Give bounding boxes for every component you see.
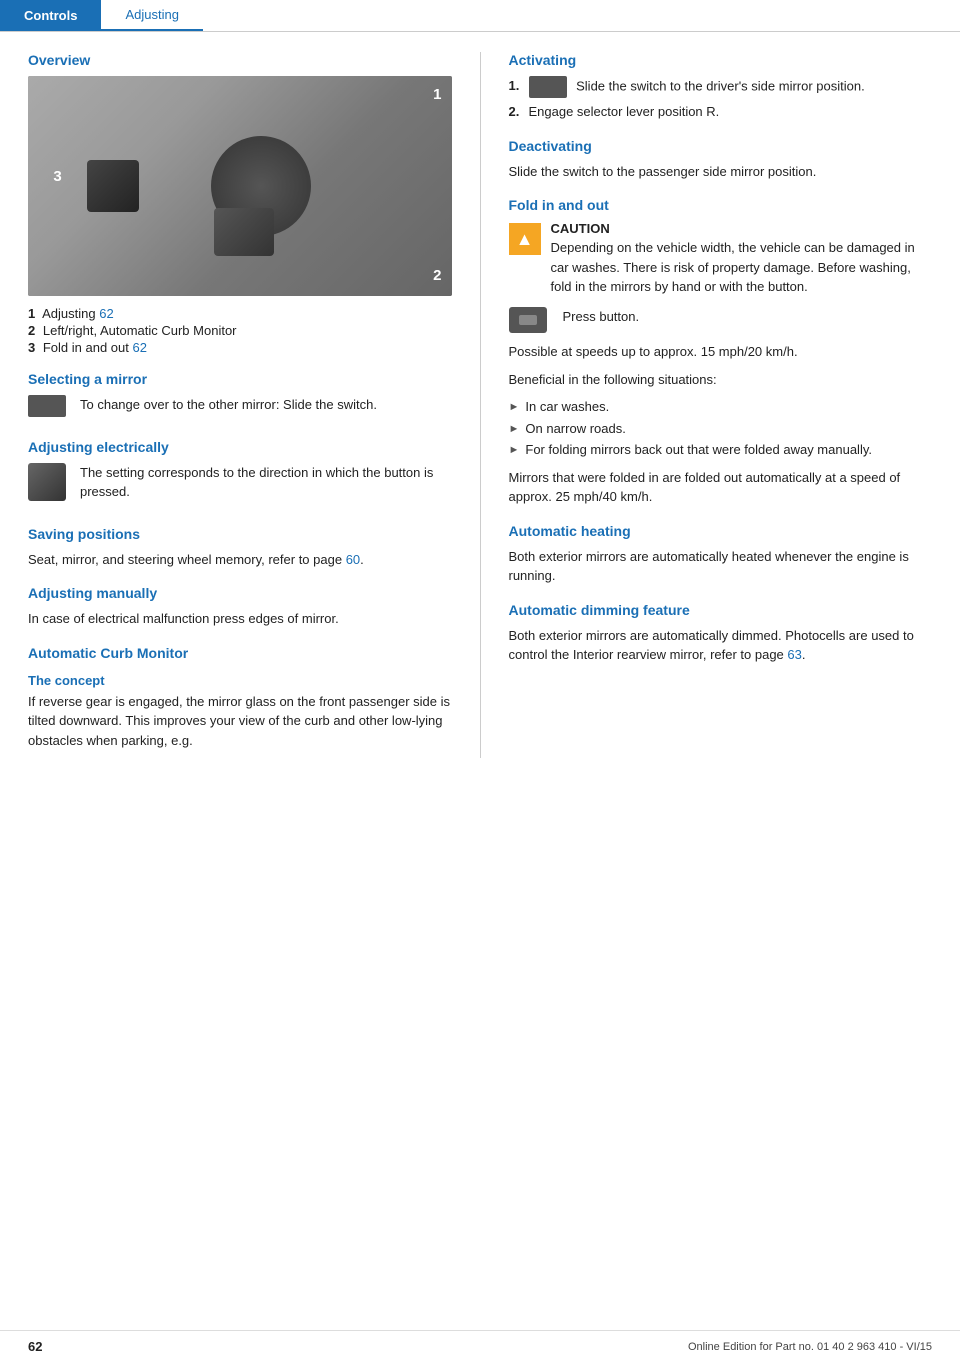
list-item: 3 Fold in and out 62 — [28, 340, 452, 355]
the-concept-text: If reverse gear is engaged, the mirror g… — [28, 692, 452, 751]
speeds-text: Possible at speeds up to approx. 15 mph/… — [509, 342, 933, 362]
tab-adjusting[interactable]: Adjusting — [101, 0, 202, 31]
link-62-fold[interactable]: 62 — [132, 340, 146, 355]
overview-image: 1 2 3 — [28, 76, 452, 296]
step-1: 1. Slide the switch to the driver's side… — [509, 76, 933, 98]
list-item: 2 Left/right, Automatic Curb Monitor — [28, 323, 452, 338]
bullet-arrow-icon: ► — [509, 442, 520, 459]
automatic-curb-monitor-title: Automatic Curb Monitor — [28, 645, 452, 661]
adjusting-manually-title: Adjusting manually — [28, 585, 452, 601]
press-button-text: Press button. — [563, 307, 640, 327]
selecting-mirror-row: To change over to the other mirror: Slid… — [28, 395, 452, 423]
joystick-icon — [28, 463, 66, 501]
bullet-list: ► In car washes. ► On narrow roads. ► Fo… — [509, 397, 933, 460]
link-60[interactable]: 60 — [346, 552, 360, 567]
automatic-heating-text: Both exterior mirrors are automatically … — [509, 547, 933, 586]
right-column: Activating 1. Slide the switch to the dr… — [509, 52, 933, 758]
selecting-mirror-text: To change over to the other mirror: Slid… — [80, 395, 377, 415]
activating-steps: 1. Slide the switch to the driver's side… — [509, 76, 933, 122]
press-button-row: Press button. — [509, 307, 933, 335]
bullet-arrow-icon: ► — [509, 421, 520, 438]
label-1: 1 — [433, 86, 441, 103]
deactivating-title: Deactivating — [509, 138, 933, 154]
footer-text: Online Edition for Part no. 01 40 2 963 … — [688, 1341, 932, 1353]
deactivating-text: Slide the switch to the passenger side m… — [509, 162, 933, 182]
saving-positions-title: Saving positions — [28, 526, 452, 542]
adjusting-tab-label: Adjusting — [125, 7, 178, 22]
adjusting-electrically-title: Adjusting electrically — [28, 439, 452, 455]
adjusting-electrically-row: The setting corresponds to the direction… — [28, 463, 452, 510]
press-button-icon — [509, 307, 547, 333]
beneficial-text: Beneficial in the following situations: — [509, 370, 933, 390]
adjusting-manually-text: In case of electrical malfunction press … — [28, 609, 452, 629]
mirror-controls-photo: 1 2 3 — [28, 76, 452, 296]
activating-title: Activating — [509, 52, 933, 68]
label-2: 2 — [433, 267, 441, 284]
automatic-heating-title: Automatic heating — [509, 523, 933, 539]
caution-icon: ▲ — [509, 223, 541, 255]
page-header: Controls Adjusting — [0, 0, 960, 32]
the-concept-title: The concept — [28, 673, 452, 688]
caution-box: ▲ CAUTION Depending on the vehicle width… — [509, 221, 933, 297]
page-footer: 62 Online Edition for Part no. 01 40 2 9… — [0, 1330, 960, 1362]
mirrors-text: Mirrors that were folded in are folded o… — [509, 468, 933, 507]
fold-button — [214, 208, 274, 256]
overview-title: Overview — [28, 52, 452, 68]
items-list: 1 Adjusting 62 2 Left/right, Automatic C… — [28, 306, 452, 355]
switch-icon — [28, 395, 66, 417]
selecting-mirror-title: Selecting a mirror — [28, 371, 452, 387]
main-content: Overview 1 2 3 1 Adjusting 62 2 Left/rig… — [0, 32, 960, 778]
link-63[interactable]: 63 — [787, 647, 801, 662]
caution-content: CAUTION Depending on the vehicle width, … — [551, 221, 933, 297]
left-column: Overview 1 2 3 1 Adjusting 62 2 Left/rig… — [28, 52, 452, 758]
link-62-adjusting[interactable]: 62 — [99, 306, 113, 321]
list-item: ► In car washes. — [509, 397, 933, 417]
saving-positions-text: Seat, mirror, and steering wheel memory,… — [28, 550, 452, 570]
step-2: 2. Engage selector lever position R. — [509, 102, 933, 122]
controls-tab-label: Controls — [24, 8, 77, 23]
list-item: ► On narrow roads. — [509, 419, 933, 439]
tab-controls[interactable]: Controls — [0, 0, 101, 31]
bullet-arrow-icon: ► — [509, 399, 520, 416]
switch-icon-activating — [529, 76, 567, 98]
caution-title: CAUTION — [551, 221, 933, 236]
adjusting-electrically-text: The setting corresponds to the direction… — [80, 463, 452, 502]
page-number: 62 — [28, 1339, 42, 1354]
column-divider — [480, 52, 481, 758]
automatic-dimming-title: Automatic dimming feature — [509, 602, 933, 618]
fold-in-out-title: Fold in and out — [509, 197, 933, 213]
automatic-dimming-text: Both exterior mirrors are automatically … — [509, 626, 933, 665]
list-item: ► For folding mirrors back out that were… — [509, 440, 933, 460]
caution-text: Depending on the vehicle width, the vehi… — [551, 238, 933, 297]
label-3: 3 — [53, 168, 61, 185]
switch-button — [87, 160, 139, 212]
list-item: 1 Adjusting 62 — [28, 306, 452, 321]
